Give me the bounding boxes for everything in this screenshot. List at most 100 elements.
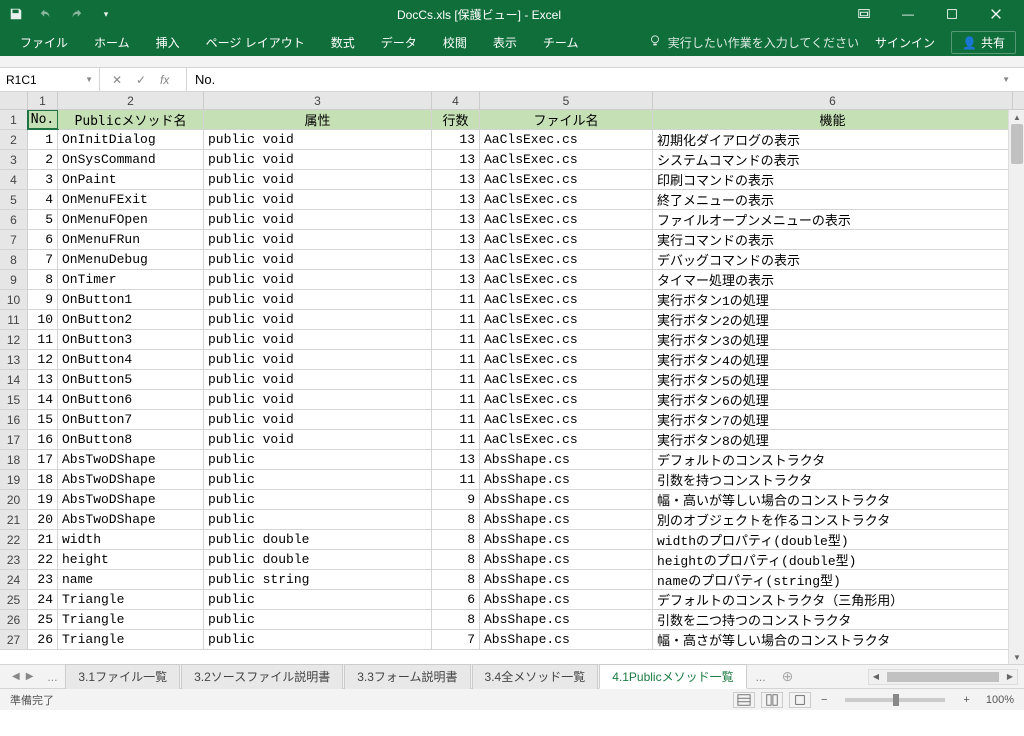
cell-attr[interactable]: public string [204,570,432,589]
sheet-nav-prev-icon[interactable]: ◀ [12,671,20,682]
cell-desc[interactable]: デバッグコマンドの表示 [653,250,1013,269]
cell-file[interactable]: AaClsExec.cs [480,170,653,189]
expand-formula-icon[interactable]: ▼ [1002,75,1016,84]
cell-no[interactable]: 12 [28,350,58,369]
cell-lines[interactable]: 13 [432,450,480,469]
undo-icon[interactable] [38,6,54,22]
row-header[interactable]: 13 [0,350,28,369]
cell-no[interactable]: 7 [28,250,58,269]
ribbon-options-button[interactable] [844,2,884,26]
cell-desc[interactable]: 幅・高さが等しい場合のコンストラクタ [653,630,1013,649]
cell-lines[interactable]: 13 [432,130,480,149]
cell-no[interactable]: 3 [28,170,58,189]
cell-lines[interactable]: 11 [432,310,480,329]
zoom-out-button[interactable]: − [817,694,831,706]
cell-desc[interactable]: 実行ボタン6の処理 [653,390,1013,409]
row-header[interactable]: 23 [0,550,28,569]
cell-attr[interactable]: public [204,490,432,509]
qat-customize-icon[interactable]: ▾ [98,6,114,22]
cell-no[interactable]: 5 [28,210,58,229]
cell-method[interactable]: OnButton3 [58,330,204,349]
cell-method[interactable]: OnButton2 [58,310,204,329]
cell-file[interactable]: AaClsExec.cs [480,390,653,409]
row-header[interactable]: 7 [0,230,28,249]
cell-method[interactable]: OnSysCommand [58,150,204,169]
header-cell[interactable]: Publicメソッド名 [58,110,204,129]
row-header[interactable]: 3 [0,150,28,169]
cell-attr[interactable]: public void [204,410,432,429]
cell-desc[interactable]: 実行ボタン1の処理 [653,290,1013,309]
sheet-tab[interactable]: 3.3フォーム説明書 [344,664,470,689]
cell-lines[interactable]: 13 [432,230,480,249]
cell-method[interactable]: OnTimer [58,270,204,289]
cell-method[interactable]: width [58,530,204,549]
cell-lines[interactable]: 13 [432,190,480,209]
cell-no[interactable]: 25 [28,610,58,629]
cell-file[interactable]: AaClsExec.cs [480,370,653,389]
page-layout-view-button[interactable] [761,692,783,708]
scroll-right-icon[interactable]: ▶ [1003,672,1017,681]
tab-home[interactable]: ホーム [82,30,142,55]
page-break-view-button[interactable] [789,692,811,708]
zoom-level[interactable]: 100% [986,694,1014,706]
cell-attr[interactable]: public void [204,330,432,349]
row-header[interactable]: 4 [0,170,28,189]
cell-file[interactable]: AbsShape.cs [480,570,653,589]
cell-lines[interactable]: 8 [432,550,480,569]
cell-method[interactable]: AbsTwoDShape [58,470,204,489]
cell-method[interactable]: name [58,570,204,589]
cell-attr[interactable]: public [204,590,432,609]
scroll-left-icon[interactable]: ◀ [869,672,883,681]
hscroll-thumb[interactable] [887,672,999,682]
row-header[interactable]: 21 [0,510,28,529]
cell-method[interactable]: OnButton6 [58,390,204,409]
cell-method[interactable]: OnButton8 [58,430,204,449]
cell-method[interactable]: AbsTwoDShape [58,450,204,469]
cell-no[interactable]: 10 [28,310,58,329]
cell-no[interactable]: 6 [28,230,58,249]
scroll-up-icon[interactable]: ▲ [1009,110,1024,124]
tab-file[interactable]: ファイル [8,30,80,55]
redo-icon[interactable] [68,6,84,22]
cell-method[interactable]: OnMenuFRun [58,230,204,249]
cell-desc[interactable]: heightのプロパティ(double型) [653,550,1013,569]
cell-method[interactable]: OnButton7 [58,410,204,429]
row-header[interactable]: 24 [0,570,28,589]
cell-method[interactable]: Triangle [58,610,204,629]
header-cell[interactable]: No. [28,110,58,129]
cell-lines[interactable]: 8 [432,610,480,629]
tab-view[interactable]: 表示 [481,30,529,55]
cell-file[interactable]: AbsShape.cs [480,630,653,649]
row-header[interactable]: 2 [0,130,28,149]
cell-no[interactable]: 21 [28,530,58,549]
fx-icon[interactable]: fx [160,73,174,87]
save-icon[interactable] [8,6,24,22]
row-header[interactable]: 6 [0,210,28,229]
cell-file[interactable]: AaClsExec.cs [480,250,653,269]
sheet-nav-next-icon[interactable]: ▶ [26,671,34,682]
cell-no[interactable]: 17 [28,450,58,469]
cell-desc[interactable]: ファイルオープンメニューの表示 [653,210,1013,229]
cell-method[interactable]: OnButton4 [58,350,204,369]
sheet-more-left[interactable]: ... [39,667,65,687]
cell-lines[interactable]: 13 [432,170,480,189]
select-all-corner[interactable] [0,92,28,109]
cell-file[interactable]: AaClsExec.cs [480,330,653,349]
tell-me-search[interactable]: 実行したい作業を入力してください [648,34,859,51]
row-header[interactable]: 8 [0,250,28,269]
cell-lines[interactable]: 8 [432,530,480,549]
row-header[interactable]: 9 [0,270,28,289]
sheet-tab[interactable]: 3.4全メソッド一覧 [472,664,599,689]
row-header[interactable]: 15 [0,390,28,409]
cell-file[interactable]: AaClsExec.cs [480,310,653,329]
cell-desc[interactable]: nameのプロパティ(string型) [653,570,1013,589]
cell-no[interactable]: 1 [28,130,58,149]
add-sheet-button[interactable]: ⊕ [774,665,802,688]
cell-file[interactable]: AaClsExec.cs [480,270,653,289]
cell-desc[interactable]: 実行ボタン2の処理 [653,310,1013,329]
cell-desc[interactable]: widthのプロパティ(double型) [653,530,1013,549]
row-header[interactable]: 17 [0,430,28,449]
cancel-icon[interactable]: ✕ [112,73,126,87]
tab-team[interactable]: チーム [531,30,591,55]
tab-review[interactable]: 校閲 [431,30,479,55]
